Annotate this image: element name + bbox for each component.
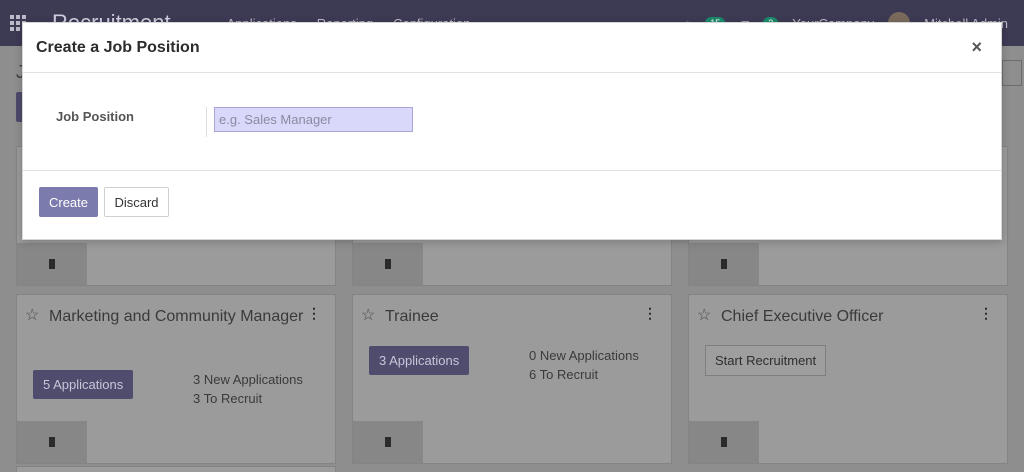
job-card[interactable] bbox=[16, 466, 336, 472]
job-position-label: Job Position bbox=[56, 109, 134, 124]
kebab-menu-icon[interactable]: ⋮ bbox=[979, 305, 993, 322]
dialog-footer: Create Discard bbox=[23, 171, 1001, 239]
kebab-menu-icon[interactable]: ⋮ bbox=[307, 305, 321, 322]
dialog-body: Job Position bbox=[23, 73, 1001, 171]
dialog-title: Create a Job Position bbox=[36, 38, 200, 56]
kebab-menu-icon[interactable]: ⋮ bbox=[643, 305, 657, 322]
job-position-input[interactable] bbox=[214, 107, 413, 132]
favorite-star-icon[interactable]: ☆ bbox=[361, 305, 375, 325]
job-title: Chief Executive Officer bbox=[721, 308, 884, 325]
favorite-star-icon[interactable]: ☆ bbox=[25, 305, 39, 325]
job-card-ceo[interactable]: ☆ Chief Executive Officer ⋮ Start Recrui… bbox=[688, 294, 1008, 464]
card-settings[interactable] bbox=[689, 243, 759, 285]
card-settings[interactable] bbox=[17, 243, 87, 285]
dialog-header: Create a Job Position × bbox=[23, 23, 1001, 73]
job-stats: 0 New Applications 6 To Recruit bbox=[529, 346, 639, 384]
to-recruit-text: 6 To Recruit bbox=[529, 367, 599, 382]
settings-icon bbox=[49, 259, 55, 269]
applications-button[interactable]: 3 Applications bbox=[369, 346, 470, 375]
create-button[interactable]: Create bbox=[39, 187, 98, 217]
start-recruitment-button[interactable]: Start Recruitment bbox=[705, 345, 827, 376]
settings-icon bbox=[721, 259, 727, 269]
settings-icon bbox=[385, 437, 391, 447]
new-applications-link[interactable]: 0 New Applications bbox=[529, 346, 639, 365]
create-job-position-dialog: Create a Job Position × Job Position Cre… bbox=[22, 22, 1002, 240]
job-title: Marketing and Community Manager bbox=[49, 308, 304, 325]
job-card-trainee[interactable]: ☆ Trainee ⋮ 3 Applications 0 New Applica… bbox=[352, 294, 672, 464]
card-settings[interactable] bbox=[689, 421, 759, 463]
discard-button[interactable]: Discard bbox=[104, 187, 169, 217]
new-applications-link[interactable]: 3 New Applications bbox=[193, 370, 303, 389]
close-icon[interactable]: × bbox=[971, 37, 982, 58]
job-title: Trainee bbox=[385, 308, 439, 325]
job-stats: 3 New Applications 3 To Recruit bbox=[193, 370, 303, 408]
applications-button[interactable]: 5 Applications bbox=[33, 370, 134, 399]
card-settings[interactable] bbox=[353, 421, 423, 463]
field-divider bbox=[206, 107, 207, 137]
card-settings[interactable] bbox=[353, 243, 423, 285]
favorite-star-icon[interactable]: ☆ bbox=[697, 305, 711, 325]
job-card-marketing[interactable]: ☆ Marketing and Community Manager ⋮ 5 Ap… bbox=[16, 294, 336, 464]
background-search-input[interactable] bbox=[1002, 60, 1022, 86]
settings-icon bbox=[49, 437, 55, 447]
card-settings[interactable] bbox=[17, 421, 87, 463]
to-recruit-text: 3 To Recruit bbox=[193, 391, 263, 406]
settings-icon bbox=[385, 259, 391, 269]
settings-icon bbox=[721, 437, 727, 447]
